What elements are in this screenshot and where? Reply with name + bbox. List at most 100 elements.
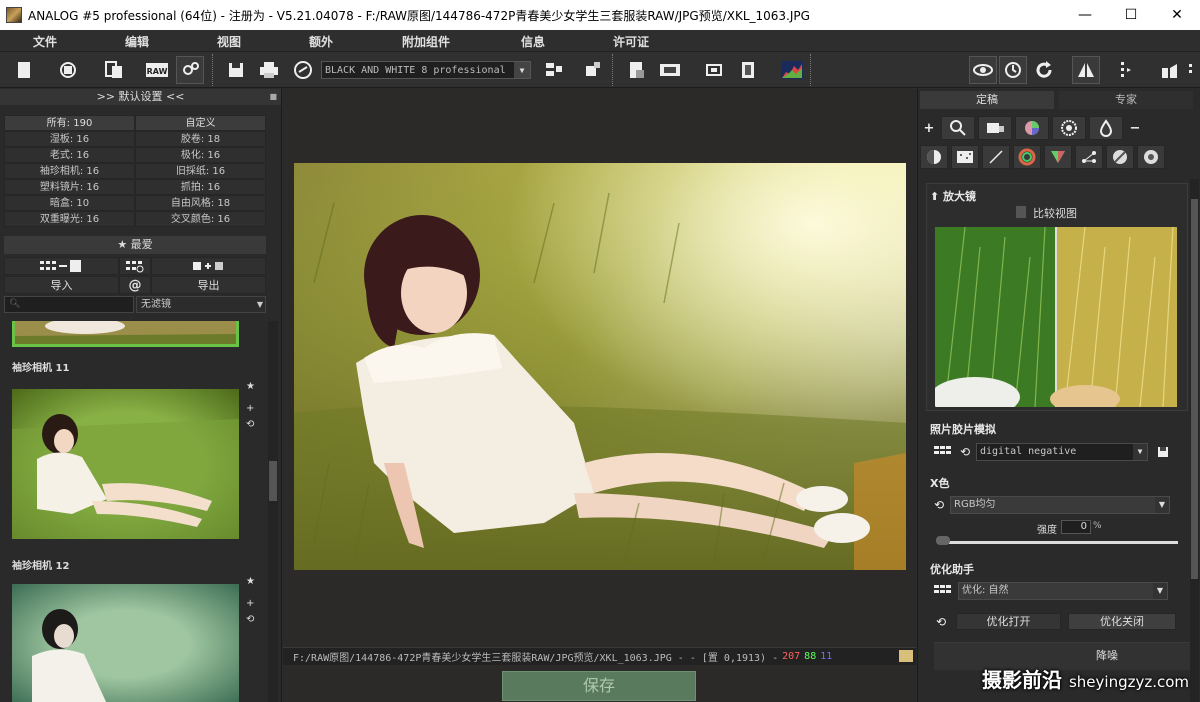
menu-view[interactable]: 视图 [217,33,241,50]
rgb-prism-icon[interactable] [1044,145,1072,169]
category-item[interactable]: 湿板: 16 [4,131,135,147]
loupe-compare-image[interactable] [935,227,1177,407]
add-icon[interactable]: + [246,403,254,414]
tab-expert[interactable]: 专家 [1059,91,1193,109]
save-preset-icon[interactable] [1152,444,1174,460]
preview-eye-icon[interactable] [969,56,997,84]
refresh-icon[interactable]: ⟲ [246,419,254,430]
preset-thumbnail-selected[interactable] [12,321,239,347]
tab-custom[interactable]: 自定义 [135,115,266,131]
close-button[interactable]: ✕ [1154,0,1200,30]
save-button[interactable]: 保存 [502,671,696,701]
category-item[interactable]: 抓拍: 16 [135,179,266,195]
share-icon[interactable] [289,56,317,84]
contrast-icon[interactable] [920,145,948,169]
menu-license[interactable]: 许可证 [613,33,649,50]
lens-flare-icon[interactable] [1106,145,1134,169]
strength-slider-track[interactable] [940,541,1178,544]
grid-icon[interactable] [932,444,954,460]
thumbnail-scrollbar[interactable] [268,321,278,702]
save-icon[interactable] [222,56,250,84]
refresh-icon[interactable]: ⟲ [246,614,254,625]
film-sim-select[interactable]: digital negative ▼ [976,443,1148,461]
vignette-icon[interactable] [734,56,762,84]
strength-slider-handle[interactable] [936,536,950,545]
grid-search-icon[interactable] [119,257,151,275]
filter-select[interactable]: 无滤镜 ▼ [136,296,266,313]
menu-info[interactable]: 信息 [521,33,545,50]
redo-icon[interactable] [1031,56,1059,84]
tab-finalize[interactable]: 定稿 [920,91,1054,109]
favorite-star-icon[interactable]: ★ [246,576,255,587]
history-clock-icon[interactable] [999,56,1027,84]
color-wheel-icon[interactable] [1015,116,1049,140]
batch-icon[interactable] [100,56,128,84]
optimize-off-button[interactable]: 优化关闭 [1068,613,1176,630]
drop-icon[interactable] [1089,116,1123,140]
nodes-icon[interactable] [1075,145,1103,169]
preset-select[interactable]: BLACK AND WHITE 8 professional ▼ [321,61,531,79]
export-stack-icon[interactable] [578,56,606,84]
menu-addons[interactable]: 附加组件 [402,33,450,50]
import-button[interactable]: 导入 [4,276,119,294]
category-item[interactable]: 旧採纸: 16 [135,163,266,179]
x-color-select[interactable]: RGB均匀 ▼ [950,496,1170,514]
menu-extra[interactable]: 额外 [309,33,333,50]
magnifier-icon[interactable] [941,116,975,140]
crop-icon[interactable] [700,56,728,84]
document-icon[interactable] [622,56,650,84]
adjustments-scrollbar[interactable] [1190,179,1199,702]
menu-edit[interactable]: 编辑 [125,33,149,50]
add-preset-icon[interactable] [151,257,266,275]
category-item[interactable]: 老式: 16 [4,147,135,163]
minimize-button[interactable]: — [1062,0,1108,30]
category-item[interactable]: 极化: 16 [135,147,266,163]
vignette-icon[interactable] [1052,116,1086,140]
color-ring-icon[interactable] [1013,145,1041,169]
category-item[interactable]: 交叉颜色: 16 [135,211,266,227]
layout-icon[interactable] [542,56,570,84]
compare-checkbox[interactable] [1016,206,1026,218]
aperture-icon[interactable] [1137,145,1165,169]
category-item[interactable]: 双重曝光: 16 [4,211,135,227]
new-file-icon[interactable] [10,56,38,84]
curve-icon[interactable] [982,145,1010,169]
optimize-on-button[interactable]: 优化打开 [956,613,1061,630]
favorite-star-icon[interactable]: ★ [246,381,255,392]
at-button[interactable]: @ [119,276,151,294]
grain-icon[interactable] [951,145,979,169]
pin-icon[interactable]: ■ [269,89,277,105]
main-preview-image[interactable] [294,163,906,570]
search-input[interactable]: 🔍︎ [4,296,134,313]
refresh-icon[interactable]: ⟲ [932,497,946,513]
split-view-icon[interactable] [1112,56,1140,84]
scrollbar-thumb[interactable] [1191,199,1198,579]
mirror-icon[interactable] [1072,56,1100,84]
film-icon[interactable] [656,56,684,84]
toolbar-more-icon[interactable] [1185,56,1197,84]
raw-icon[interactable]: RAW [143,56,171,84]
category-item[interactable]: 自由风格: 18 [135,195,266,211]
optimize-select[interactable]: 优化: 自然 ▼ [958,582,1168,600]
preset-thumbnail[interactable] [12,389,239,539]
add-icon[interactable]: + [246,598,254,609]
reset-icon[interactable] [54,56,82,84]
favorites-button[interactable]: ★ 最爱 [4,236,266,254]
print-icon[interactable] [255,56,283,84]
category-item[interactable]: 塑料镜片: 16 [4,179,135,195]
preset-thumbnail[interactable] [12,584,239,702]
add-icon[interactable]: + [920,116,938,140]
menu-file[interactable]: 文件 [33,33,57,50]
save-to-file-icon[interactable] [4,257,119,275]
settings-gears-icon[interactable] [176,56,204,84]
film-roll-icon[interactable] [978,116,1012,140]
refresh-icon[interactable]: ⟲ [958,444,972,460]
category-item[interactable]: 暗盒: 10 [4,195,135,211]
compare-icon[interactable] [1156,56,1184,84]
category-item[interactable]: 袖珍相机: 16 [4,163,135,179]
maximize-button[interactable]: ☐ [1108,0,1154,30]
remove-icon[interactable]: − [1126,116,1144,140]
scrollbar-thumb[interactable] [269,461,277,501]
export-button[interactable]: 导出 [151,276,266,294]
tab-all[interactable]: 所有: 190 [4,115,135,131]
